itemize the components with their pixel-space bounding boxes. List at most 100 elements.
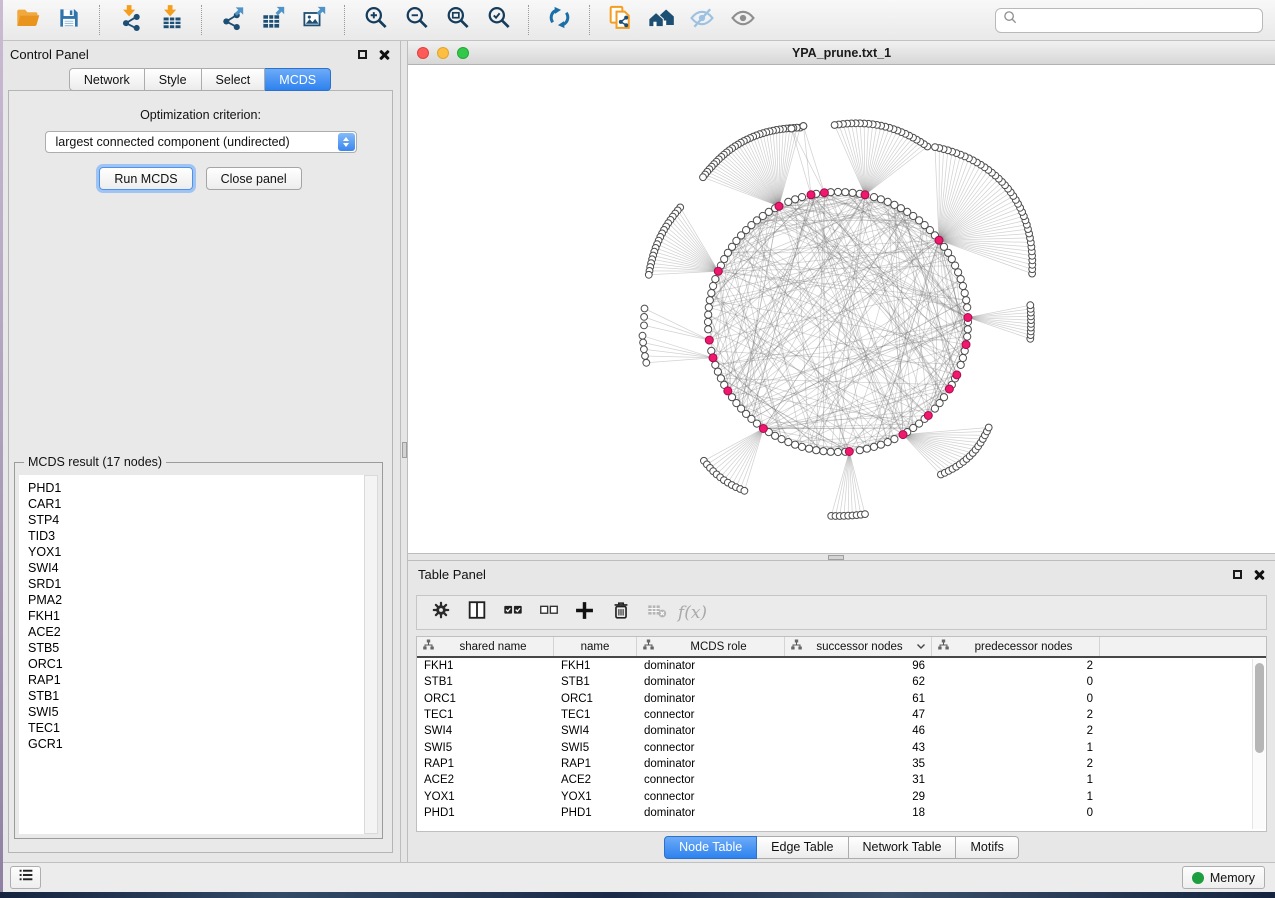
save-session-button[interactable] — [53, 4, 85, 36]
float-panel-icon[interactable] — [358, 50, 367, 59]
mcds-result-item[interactable]: SWI4 — [28, 560, 364, 576]
tab-select[interactable]: Select — [202, 68, 266, 91]
first-neighbors-button[interactable] — [645, 4, 677, 36]
mcds-result-item[interactable]: SWI5 — [28, 704, 364, 720]
mcds-result-item[interactable]: TEC1 — [28, 720, 364, 736]
open-file-button[interactable] — [12, 4, 44, 36]
mcds-result-item[interactable]: GCR1 — [28, 736, 364, 752]
column-header-successor-nodes[interactable]: successor nodes — [785, 637, 932, 656]
splitter-grip[interactable] — [828, 555, 844, 560]
mcds-result-item[interactable]: PMA2 — [28, 592, 364, 608]
refresh-button[interactable] — [543, 4, 575, 36]
memory-button[interactable]: Memory — [1182, 866, 1265, 889]
close-panel-icon[interactable] — [1254, 569, 1265, 580]
import-table-button[interactable] — [155, 4, 187, 36]
table-row[interactable]: SWI4SWI4dominator462 — [417, 723, 1266, 739]
tab-node-table[interactable]: Node Table — [664, 836, 757, 859]
mcds-result-item[interactable]: SRD1 — [28, 576, 364, 592]
import-network-button[interactable] — [114, 4, 146, 36]
search-input[interactable] — [1023, 13, 1255, 27]
table-row[interactable]: TEC1TEC1connector472 — [417, 707, 1266, 723]
network-canvas[interactable] — [408, 65, 1275, 553]
zoom-fit-button[interactable] — [441, 4, 473, 36]
run-mcds-button[interactable]: Run MCDS — [99, 167, 192, 190]
cell-successor-nodes: 18 — [785, 807, 932, 819]
export-network-button[interactable] — [216, 4, 248, 36]
tab-network[interactable]: Network — [69, 68, 145, 91]
export-table-button[interactable] — [257, 4, 289, 36]
mcds-result-item[interactable]: FKH1 — [28, 608, 364, 624]
add-column-button[interactable] — [571, 599, 598, 626]
task-history-button[interactable] — [10, 866, 41, 889]
vertical-splitter[interactable] — [400, 41, 408, 862]
search-box[interactable] — [995, 8, 1263, 33]
table-scrollbar[interactable] — [1252, 659, 1265, 829]
mcds-result-item[interactable]: CAR1 — [28, 496, 364, 512]
close-window-icon[interactable] — [417, 47, 429, 59]
table-row[interactable]: RAP1RAP1dominator352 — [417, 756, 1266, 772]
horizontal-splitter[interactable] — [408, 553, 1275, 561]
mcds-result-item[interactable]: YOX1 — [28, 544, 364, 560]
mcds-result-item[interactable]: STB1 — [28, 688, 364, 704]
cell-predecessor-nodes: 0 — [932, 807, 1100, 819]
main-toolbar — [0, 0, 1275, 41]
table-row[interactable]: ORC1ORC1dominator610 — [417, 691, 1266, 707]
cell-successor-nodes: 96 — [785, 660, 932, 672]
tab-edge-table[interactable]: Edge Table — [757, 836, 848, 859]
hide-selected-button[interactable] — [686, 4, 718, 36]
desktop-background — [0, 892, 1275, 898]
table-row[interactable]: YOX1YOX1connector291 — [417, 788, 1266, 804]
mcds-result-item[interactable]: TID3 — [28, 528, 364, 544]
mcds-result-item[interactable]: ACE2 — [28, 624, 364, 640]
mcds-result-item[interactable]: RAP1 — [28, 672, 364, 688]
float-panel-icon[interactable] — [1233, 570, 1242, 579]
result-list-scrollbar[interactable] — [364, 475, 378, 834]
network-window-titlebar[interactable]: YPA_prune.txt_1 — [408, 41, 1275, 65]
table-panel: Table Panel f(x) sh — [408, 561, 1275, 862]
scrollbar-thumb[interactable] — [1255, 663, 1264, 753]
zoom-out-button[interactable] — [400, 4, 432, 36]
cell-MCDS-role: dominator — [637, 807, 785, 819]
shared-column-icon — [937, 639, 950, 654]
table-row[interactable]: PHD1PHD1dominator180 — [417, 805, 1266, 821]
criterion-select[interactable]: largest connected component (undirected) — [45, 131, 357, 153]
tab-network-table[interactable]: Network Table — [849, 836, 957, 859]
column-header-MCDS-role[interactable]: MCDS role — [637, 637, 785, 656]
open-folder-icon — [15, 4, 42, 36]
table-row[interactable]: STB1STB1dominator620 — [417, 674, 1266, 690]
zoom-selected-button[interactable] — [482, 4, 514, 36]
table-settings-button[interactable] — [427, 599, 454, 626]
column-header-name[interactable]: name — [554, 637, 637, 656]
show-column-button[interactable] — [463, 599, 490, 626]
tab-motifs[interactable]: Motifs — [956, 836, 1018, 859]
table-row[interactable]: SWI5SWI5connector431 — [417, 739, 1266, 755]
splitter-grip[interactable] — [402, 442, 407, 458]
tab-mcds[interactable]: MCDS — [265, 68, 331, 91]
table-row[interactable]: FKH1FKH1dominator962 — [417, 658, 1266, 674]
delete-column-button[interactable] — [607, 599, 634, 626]
tab-style[interactable]: Style — [145, 68, 202, 91]
mcds-result-item[interactable]: ORC1 — [28, 656, 364, 672]
table-row[interactable]: ACE2ACE2connector311 — [417, 772, 1266, 788]
mcds-result-item[interactable]: PHD1 — [28, 480, 364, 496]
show-all-button[interactable] — [727, 4, 759, 36]
minimize-window-icon[interactable] — [437, 47, 449, 59]
mcds-result-item[interactable]: STB5 — [28, 640, 364, 656]
control-panel: Control Panel NetworkStyleSelectMCDS Opt… — [0, 41, 400, 862]
mcds-result-item[interactable]: STP4 — [28, 512, 364, 528]
export-image-icon — [301, 4, 328, 36]
trash-icon — [610, 599, 632, 626]
cell-shared-name: SWI4 — [417, 725, 554, 737]
criterion-select-value: largest connected component (undirected) — [56, 135, 290, 149]
close-panel-button[interactable]: Close panel — [206, 167, 302, 190]
column-header-shared-name[interactable]: shared name — [417, 637, 554, 656]
maximize-window-icon[interactable] — [457, 47, 469, 59]
export-image-button[interactable] — [298, 4, 330, 36]
select-all-button[interactable] — [499, 599, 526, 626]
clone-network-button[interactable] — [604, 4, 636, 36]
zoom-in-button[interactable] — [359, 4, 391, 36]
toolbar-separator — [201, 5, 202, 35]
deselect-all-button[interactable] — [535, 599, 562, 626]
column-header-predecessor-nodes[interactable]: predecessor nodes — [932, 637, 1100, 656]
close-panel-icon[interactable] — [379, 49, 390, 60]
